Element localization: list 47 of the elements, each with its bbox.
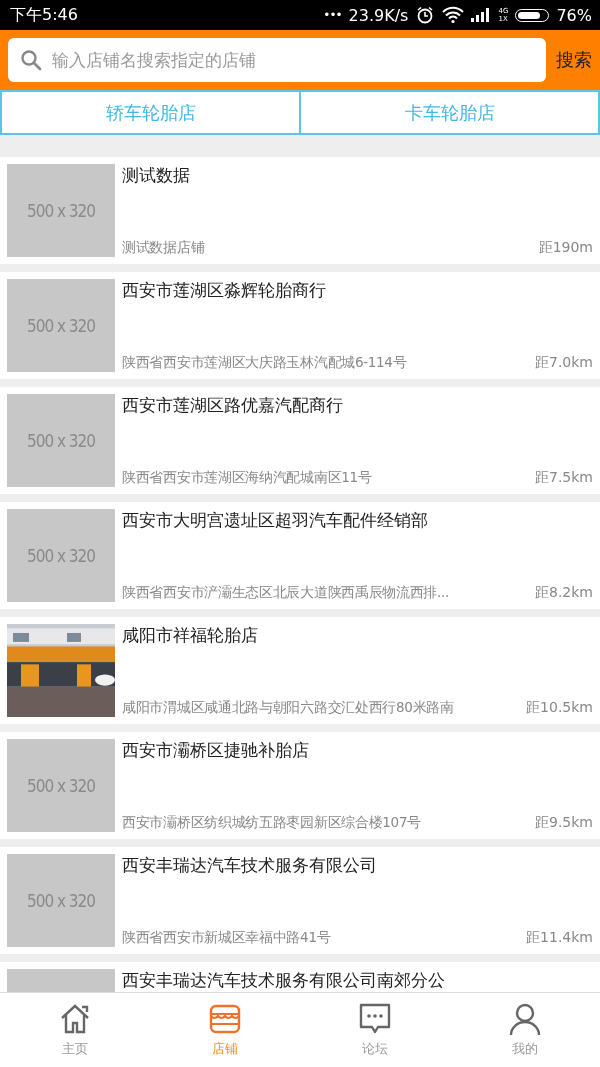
search-field[interactable]: 输入店铺名搜索指定的店铺 bbox=[8, 38, 546, 82]
placeholder-size: 500 x 320 bbox=[26, 890, 96, 911]
search-button[interactable]: 搜索 bbox=[554, 44, 594, 76]
user-icon bbox=[508, 1002, 542, 1036]
shop-distance: 距11.4km bbox=[526, 929, 593, 947]
shop-name: 西安丰瑞达汽车技术服务有限公司 bbox=[122, 854, 378, 876]
placeholder-size: 500 x 320 bbox=[26, 200, 96, 221]
shop-card[interactable]: 500 x 320 西安市莲湖区淼辉轮胎商行 陕西省西安市莲湖区大庆路玉林汽配城6-114号 距7.0km bbox=[0, 272, 600, 379]
shop-name: 测试数据 bbox=[122, 164, 191, 186]
shop-card[interactable]: 500 x 320 西安丰瑞达汽车技术服务有限公司 陕西省西安市新城区幸福中路41号 距11.4km bbox=[0, 847, 600, 954]
status-time: 下午5:46 bbox=[10, 4, 78, 26]
shop-address: 陕西省西安市新城区幸福中路41号 bbox=[122, 929, 331, 947]
shop-name: 咸阳市祥福轮胎店 bbox=[122, 624, 259, 646]
chat-icon bbox=[358, 1002, 392, 1036]
shop-address: 测试数据店铺 bbox=[122, 239, 205, 257]
shop-distance: 距9.5km bbox=[535, 814, 593, 832]
shop-address: 西安市灞桥区纺织城纺五路枣园新区综合楼107号 bbox=[122, 814, 421, 832]
status-dots: ••• bbox=[323, 8, 342, 22]
shop-name: 西安丰瑞达汽车技术服务有限公司南郊分公 bbox=[122, 969, 446, 991]
shop-distance: 距190m bbox=[538, 239, 593, 257]
shop-card[interactable]: 500 x 320 西安市莲湖区路优嘉汽配商行 陕西省西安市莲湖区海纳汽配城南区11号 距7.5km bbox=[0, 387, 600, 494]
shop-distance: 距7.5km bbox=[535, 469, 593, 487]
shop-address: 咸阳市渭城区咸通北路与朝阳六路交汇处西行80米路南 bbox=[122, 699, 454, 717]
placeholder-size: 500 x 320 bbox=[26, 545, 96, 566]
shop-distance: 距10.5km bbox=[526, 699, 593, 717]
shop-address: 陕西省西安市浐灞生态区北辰大道陕西禹辰物流西排... bbox=[122, 584, 450, 602]
shop-card[interactable]: 咸阳市祥福轮胎店 咸阳市渭城区咸通北路与朝阳六路交汇处西行80米路南 距10.5km bbox=[0, 617, 600, 724]
shop-card[interactable]: 500 x 320 西安市灞桥区捷驰补胎店 西安市灞桥区纺织城纺五路枣园新区综合楼107号 距9.5km bbox=[0, 732, 600, 839]
placeholder-size: 500 x 320 bbox=[26, 775, 96, 796]
store-icon bbox=[208, 1002, 242, 1036]
network-speed: 23.9K/s bbox=[348, 5, 409, 25]
shop-card[interactable]: 500 x 320 西安市大明宫遗址区超羽汽车配件经销部 陕西省西安市浐灞生态区北辰大道陕西禹辰物流西排... 距8.2km bbox=[0, 502, 600, 609]
shop-distance: 距7.0km bbox=[535, 354, 593, 372]
signal-icon bbox=[471, 7, 492, 23]
placeholder-size: 500 x 320 bbox=[26, 430, 96, 451]
placeholder-size: 500 x 320 bbox=[26, 315, 96, 336]
shop-address: 陕西省西安市莲湖区海纳汽配城南区11号 bbox=[122, 469, 372, 487]
shop-name: 西安市灞桥区捷驰补胎店 bbox=[122, 739, 310, 761]
shop-card[interactable]: 500 x 320 测试数据 测试数据店铺 距190m bbox=[0, 157, 600, 264]
shop-name: 西安市莲湖区淼辉轮胎商行 bbox=[122, 279, 327, 301]
wifi-icon bbox=[442, 6, 465, 24]
shop-address: 陕西省西安市莲湖区大庆路玉林汽配城6-114号 bbox=[122, 354, 407, 372]
battery-percent: 76% bbox=[556, 5, 592, 25]
shop-name: 西安市大明宫遗址区超羽汽车配件经销部 bbox=[122, 509, 429, 531]
shop-distance: 距8.2km bbox=[535, 584, 593, 602]
shop-card[interactable]: 西安丰瑞达汽车技术服务有限公司南郊分公 bbox=[0, 962, 600, 992]
shop-name: 西安市莲湖区路优嘉汽配商行 bbox=[122, 394, 344, 416]
